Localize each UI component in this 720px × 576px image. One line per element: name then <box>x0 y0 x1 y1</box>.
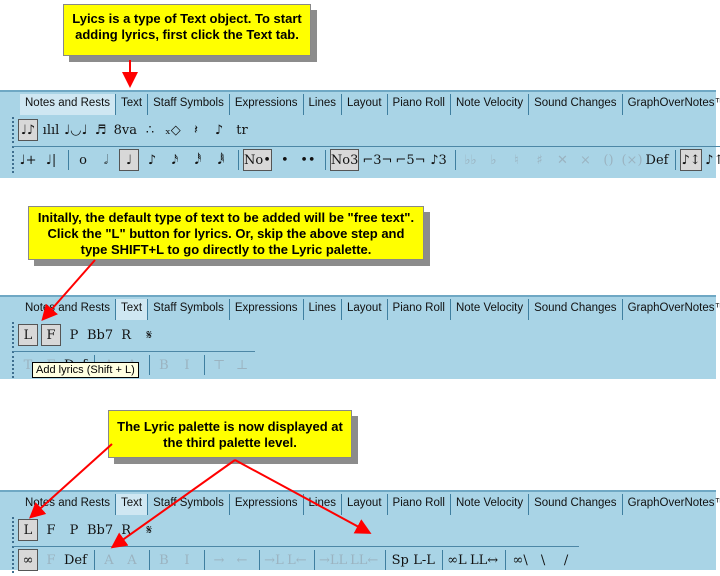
annotation-arrows <box>29 60 372 549</box>
arrow-to-third-level <box>110 459 236 549</box>
arrow-to-sp <box>234 459 372 534</box>
arrow-to-l-button <box>41 259 96 322</box>
arrow-to-l-button-3 <box>29 443 113 519</box>
